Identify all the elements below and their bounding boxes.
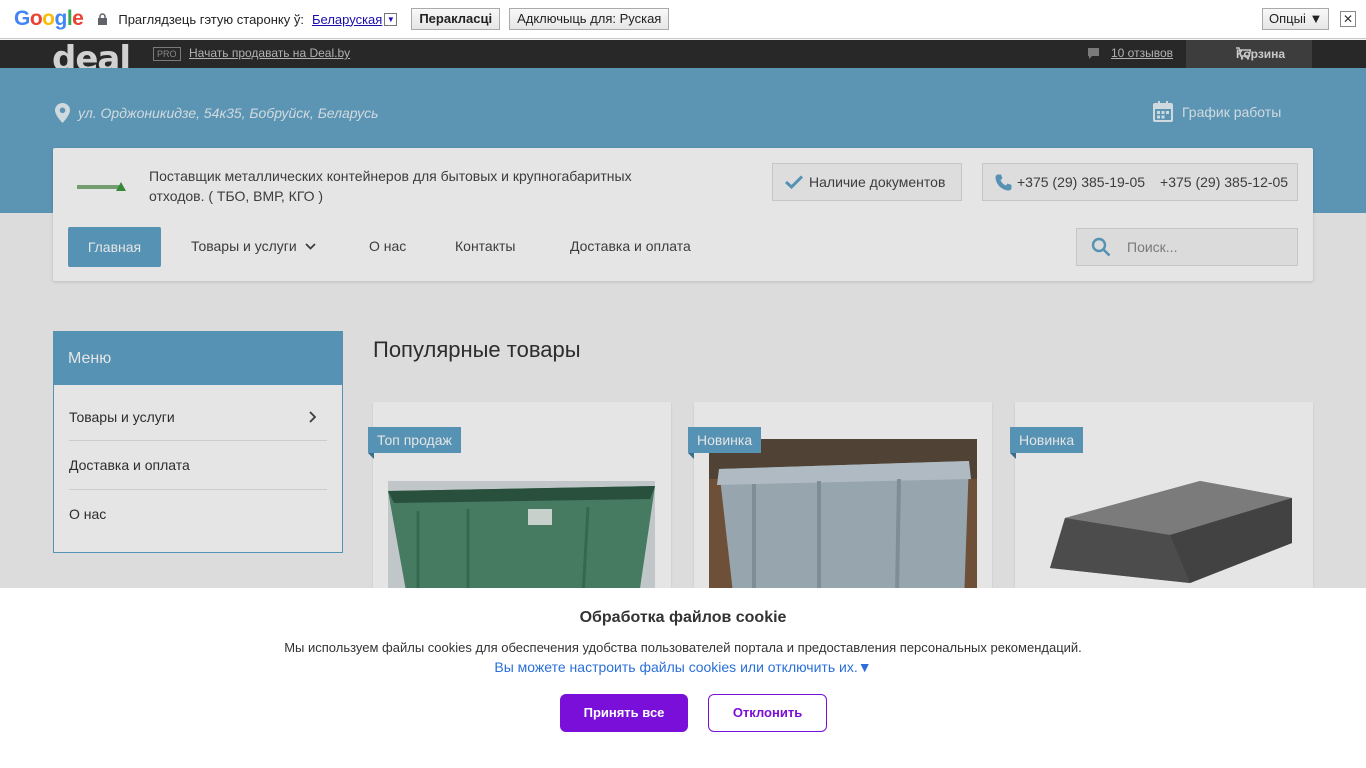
decline-button[interactable]: Отклонить — [708, 694, 827, 732]
documents-label: Наличие документов — [809, 174, 946, 190]
nav-contacts[interactable]: Контакты — [455, 238, 515, 254]
cookie-settings-link[interactable]: Вы можете настроить файлы cookies или от… — [0, 659, 1366, 675]
deal-logo[interactable]: deal — [52, 42, 130, 68]
company-card: Поставщик металлических контейнеров для … — [53, 148, 1313, 281]
start-selling-link[interactable]: Начать продавать на Deal.by — [189, 46, 350, 60]
sidebar-menu: Меню Товары и услуги Доставка и оплата О… — [53, 331, 343, 553]
address: ул. Орджоникидзе, 54к35, Бобруйск, Белар… — [55, 103, 379, 123]
cookie-title: Обработка файлов cookie — [579, 609, 787, 626]
sidebar-item-delivery[interactable]: Доставка и оплата — [69, 457, 190, 473]
nav-about[interactable]: О нас — [369, 238, 406, 254]
product-badge: Новинка — [688, 427, 762, 459]
popular-products-title: Популярные товары — [373, 337, 581, 362]
cart-button[interactable]: Корзина — [1186, 40, 1312, 68]
documents-button[interactable]: Наличие документов — [772, 163, 962, 201]
translate-button[interactable]: Перакласці — [411, 8, 501, 30]
options-button[interactable]: Опцыі ▼ — [1262, 8, 1330, 30]
product-badge: Топ продаж — [368, 427, 461, 459]
nav-home[interactable]: Главная — [68, 227, 161, 267]
language-link[interactable]: Беларуская — [312, 12, 382, 27]
nav-products[interactable]: Товары и услуги — [191, 238, 316, 254]
location-pin-icon — [55, 103, 70, 123]
divider — [69, 440, 327, 441]
cookie-text: Мы используем файлы cookies для обеспече… — [284, 640, 1082, 655]
phone-icon — [995, 174, 1012, 190]
company-description: Поставщик металлических контейнеров для … — [149, 168, 632, 204]
phones-block[interactable]: +375 (29) 385-19-05 +375 (29) 385-12-05 — [982, 163, 1298, 201]
language-dropdown-icon[interactable]: ▼ — [384, 12, 398, 26]
google-logo: Google — [14, 7, 84, 30]
lock-icon — [97, 13, 108, 25]
product-image[interactable] — [1030, 473, 1298, 602]
company-logo[interactable] — [77, 180, 127, 194]
search-box[interactable] — [1076, 228, 1298, 266]
product-image[interactable] — [709, 439, 977, 602]
sidebar-item-about[interactable]: О нас — [69, 506, 106, 522]
sidebar-title: Меню — [54, 332, 342, 385]
chevron-down-icon — [305, 242, 316, 250]
cart-icon — [1236, 47, 1252, 63]
phone-1[interactable]: +375 (29) 385-19-05 — [1017, 174, 1145, 190]
cookie-banner: Обработка файлов cookie Мы используем фа… — [0, 588, 1366, 768]
checkmark-icon — [785, 175, 803, 189]
schedule-link[interactable]: График работы — [1153, 101, 1281, 122]
search-icon — [1091, 237, 1111, 257]
accept-all-button[interactable]: Принять все — [560, 694, 688, 732]
calendar-icon — [1153, 101, 1173, 122]
chevron-right-icon[interactable] — [309, 410, 317, 428]
product-image[interactable] — [388, 481, 655, 602]
translate-bar: Google Праглядзець гэтую старонку ў: Бел… — [0, 0, 1366, 39]
schedule-label: График работы — [1182, 103, 1282, 120]
nav-delivery[interactable]: Доставка и оплата — [570, 238, 691, 254]
search-input[interactable] — [1127, 239, 1277, 255]
translate-prompt: Праглядзець гэтую старонку ў: — [118, 11, 304, 27]
reviews-link[interactable]: 10 отзывов — [1111, 46, 1173, 60]
close-icon[interactable]: ✕ — [1340, 11, 1356, 27]
product-badge: Новинка — [1010, 427, 1084, 459]
disable-translate-button[interactable]: Адключыць для: Руская — [509, 8, 670, 30]
divider — [69, 489, 327, 490]
comment-icon — [1087, 47, 1100, 60]
address-text: ул. Орджоникидзе, 54к35, Бобруйск, Белар… — [78, 105, 379, 121]
nav-products-label: Товары и услуги — [191, 238, 297, 254]
phone-2[interactable]: +375 (29) 385-12-05 — [1160, 174, 1288, 190]
pro-badge: PRO — [153, 47, 181, 61]
sidebar-item-products[interactable]: Товары и услуги — [69, 409, 175, 425]
